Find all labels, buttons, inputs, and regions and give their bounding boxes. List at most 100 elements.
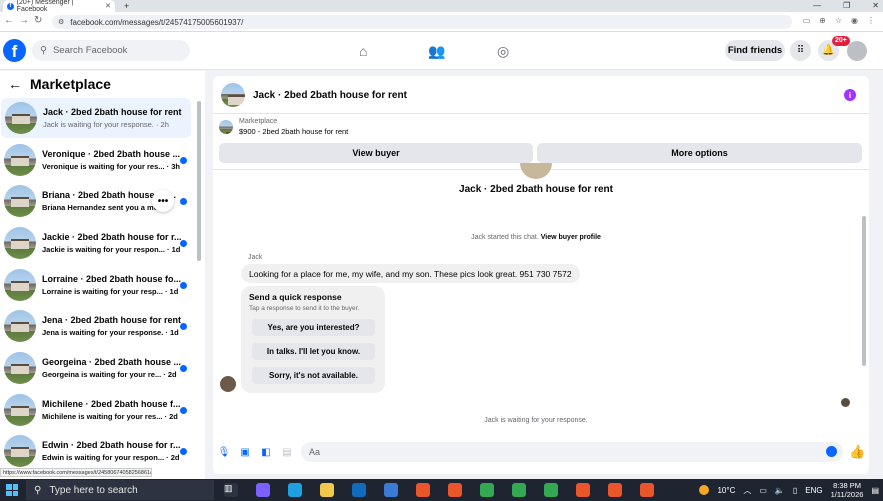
chrome-profile-icon[interactable]	[608, 483, 622, 497]
chrome-profile-icon[interactable]	[640, 483, 654, 497]
window-controls: — ❐ ✕	[813, 0, 879, 11]
profile-icon[interactable]: ◉	[851, 16, 858, 25]
info-icon[interactable]: i	[844, 89, 856, 101]
chat-title[interactable]: Jack · 2bed 2bath house for rent	[253, 90, 407, 101]
conversation-item[interactable]: Veronique · 2bed 2bath house ... Veroniq…	[0, 140, 192, 180]
weather-icon[interactable]	[699, 485, 710, 495]
windows-start-icon[interactable]	[6, 484, 18, 496]
quick-reply-not-available[interactable]: Sorry, it's not available.	[252, 367, 375, 384]
file-explorer-icon[interactable]	[320, 483, 334, 497]
thumbs-up-icon[interactable]: 👍	[849, 444, 865, 460]
taskbar-search-input[interactable]: ⚲ Type here to search	[26, 480, 214, 500]
find-friends-button[interactable]: Find friends	[725, 40, 785, 61]
chrome-profile-icon[interactable]	[448, 483, 462, 497]
chat-scrollbar[interactable]	[862, 216, 866, 366]
close-window-icon[interactable]: ✕	[872, 0, 879, 11]
started-text: Jack started this chat.	[471, 234, 539, 241]
notification-center-icon[interactable]: ▤	[871, 486, 879, 495]
conversation-item[interactable]: Michilene · 2bed 2bath house f... Michil…	[0, 390, 192, 430]
chat-started-notice: Jack started this chat. View buyer profi…	[213, 234, 859, 241]
sticker-icon[interactable]: ◧	[260, 446, 272, 458]
menu-grid-icon[interactable]: ⠿	[790, 40, 811, 61]
restore-icon[interactable]: ❐	[843, 0, 850, 11]
close-tab-icon[interactable]: ✕	[105, 2, 111, 10]
zoom-icon[interactable]: ⊕	[819, 16, 826, 25]
conversation-preview: Michilene is waiting for your res... · 2…	[42, 412, 178, 421]
temperature[interactable]: 10°C	[717, 486, 735, 495]
unread-dot-icon	[180, 240, 187, 247]
unread-dot-icon	[180, 448, 187, 455]
listing-thumbnail	[4, 394, 36, 426]
search-icon: ⚲	[34, 484, 42, 496]
avatar[interactable]	[847, 41, 867, 61]
volume-icon[interactable]: 🔈	[775, 486, 785, 495]
view-buyer-button[interactable]: View buyer	[219, 143, 533, 163]
facebook-search-input[interactable]: ⚲ Search Facebook	[32, 40, 190, 61]
more-options-icon[interactable]: •••	[152, 190, 174, 212]
emoji-icon[interactable]	[826, 446, 837, 457]
conversation-name: Jack · 2bed 2bath house for rent	[43, 107, 182, 117]
view-buyer-profile-link[interactable]: View buyer profile	[541, 234, 601, 241]
home-icon[interactable]: ⌂	[359, 43, 367, 59]
copilot-icon[interactable]	[256, 483, 270, 497]
groups-icon[interactable]: ◎	[497, 43, 509, 60]
photo-icon[interactable]: ▣	[239, 446, 251, 458]
outlook-icon[interactable]	[352, 483, 366, 497]
minimize-icon[interactable]: —	[813, 0, 821, 11]
clock[interactable]: 8:38 PM 1/11/2026	[831, 481, 864, 499]
conversation-preview: Jackie is waiting for your respon... · 1…	[42, 245, 181, 254]
sidebar-scrollbar[interactable]	[197, 101, 201, 261]
quick-reply-in-talks[interactable]: In talks. I'll let you know.	[252, 343, 375, 360]
conversation-item[interactable]: Georgeina · 2bed 2bath house ... Georgei…	[0, 348, 192, 388]
cast-icon[interactable]: ▭	[803, 16, 811, 25]
message-input[interactable]: Aa	[301, 442, 843, 462]
conversation-preview: Veronique is waiting for your res... · 3…	[42, 162, 180, 171]
conversation-item[interactable]: Edwin · 2bed 2bath house for r... Edwin …	[0, 431, 192, 471]
reload-icon[interactable]: ↻	[34, 15, 42, 26]
listing-thumbnail[interactable]	[221, 83, 245, 107]
task-view-icon[interactable]: ▥	[224, 483, 238, 497]
battery-icon[interactable]: ▯	[793, 486, 797, 495]
chrome-profile-icon[interactable]	[576, 483, 590, 497]
chrome-icon[interactable]	[480, 483, 494, 497]
listing-title: $900 - 2bed 2bath house for rent	[239, 127, 349, 136]
friends-icon[interactable]: 👥	[428, 43, 445, 60]
back-icon[interactable]: ←	[4, 15, 14, 26]
network-icon[interactable]: ▭	[759, 486, 767, 495]
microphone-icon[interactable]: 🎙	[218, 446, 231, 458]
conversation-preview: Jack is waiting for your response. · 2h	[43, 120, 169, 129]
tray-chevron-icon[interactable]: ︿	[743, 485, 751, 496]
menu-dots-icon[interactable]: ⋮	[867, 16, 875, 25]
conversation-item[interactable]: Jack · 2bed 2bath house for rent Jack is…	[1, 98, 191, 138]
address-input[interactable]: ⚙ facebook.com/messages/t/24574175005601…	[52, 15, 792, 29]
back-arrow-icon[interactable]: ←	[8, 76, 22, 92]
quick-reply-interested[interactable]: Yes, are you interested?	[252, 319, 375, 336]
conversation-heading: Jack · 2bed 2bath house for rent	[459, 184, 613, 195]
conversation-item[interactable]: Jackie · 2bed 2bath house for r... Jacki…	[0, 223, 192, 263]
conversation-item[interactable]: Briana · 2bed 2bath house for... Briana …	[0, 181, 192, 221]
unread-dot-icon	[180, 282, 187, 289]
chrome-profile-icon[interactable]	[416, 483, 430, 497]
chrome-icon[interactable]	[544, 483, 558, 497]
listing-summary[interactable]: Marketplace $900 - 2bed 2bath house for …	[219, 118, 348, 136]
browser-tab[interactable]: f (20+) Messenger | Facebook ✕	[3, 0, 115, 13]
bookmark-star-icon[interactable]: ☆	[835, 16, 842, 25]
message-bubble: Looking for a place for me, my wife, and…	[241, 264, 580, 283]
store-icon[interactable]	[384, 483, 398, 497]
conversation-name: Veronique · 2bed 2bath house ...	[42, 149, 181, 159]
system-tray: 10°C ︿ ▭ 🔈 ▯ ENG 8:38 PM 1/11/2026 ▤	[699, 479, 879, 501]
site-info-icon[interactable]: ⚙	[58, 18, 64, 26]
forward-icon[interactable]: →	[19, 15, 29, 26]
conversation-item[interactable]: Lorraine · 2bed 2bath house fo... Lorrai…	[0, 265, 192, 305]
new-tab-icon[interactable]: +	[124, 0, 129, 12]
gif-icon[interactable]: ▤	[281, 446, 293, 458]
facebook-logo-icon[interactable]: f	[3, 39, 26, 62]
edge-icon[interactable]	[288, 483, 302, 497]
sidebar-header: ← Marketplace	[8, 76, 111, 92]
more-options-button[interactable]: More options	[537, 143, 862, 163]
sender-avatar	[220, 376, 236, 392]
conversation-item[interactable]: Jena · 2bed 2bath house for rent Jena is…	[0, 306, 192, 346]
language-icon[interactable]: ENG	[805, 486, 822, 495]
chrome-icon[interactable]	[512, 483, 526, 497]
quick-response-card: Send a quick response Tap a response to …	[241, 286, 385, 393]
